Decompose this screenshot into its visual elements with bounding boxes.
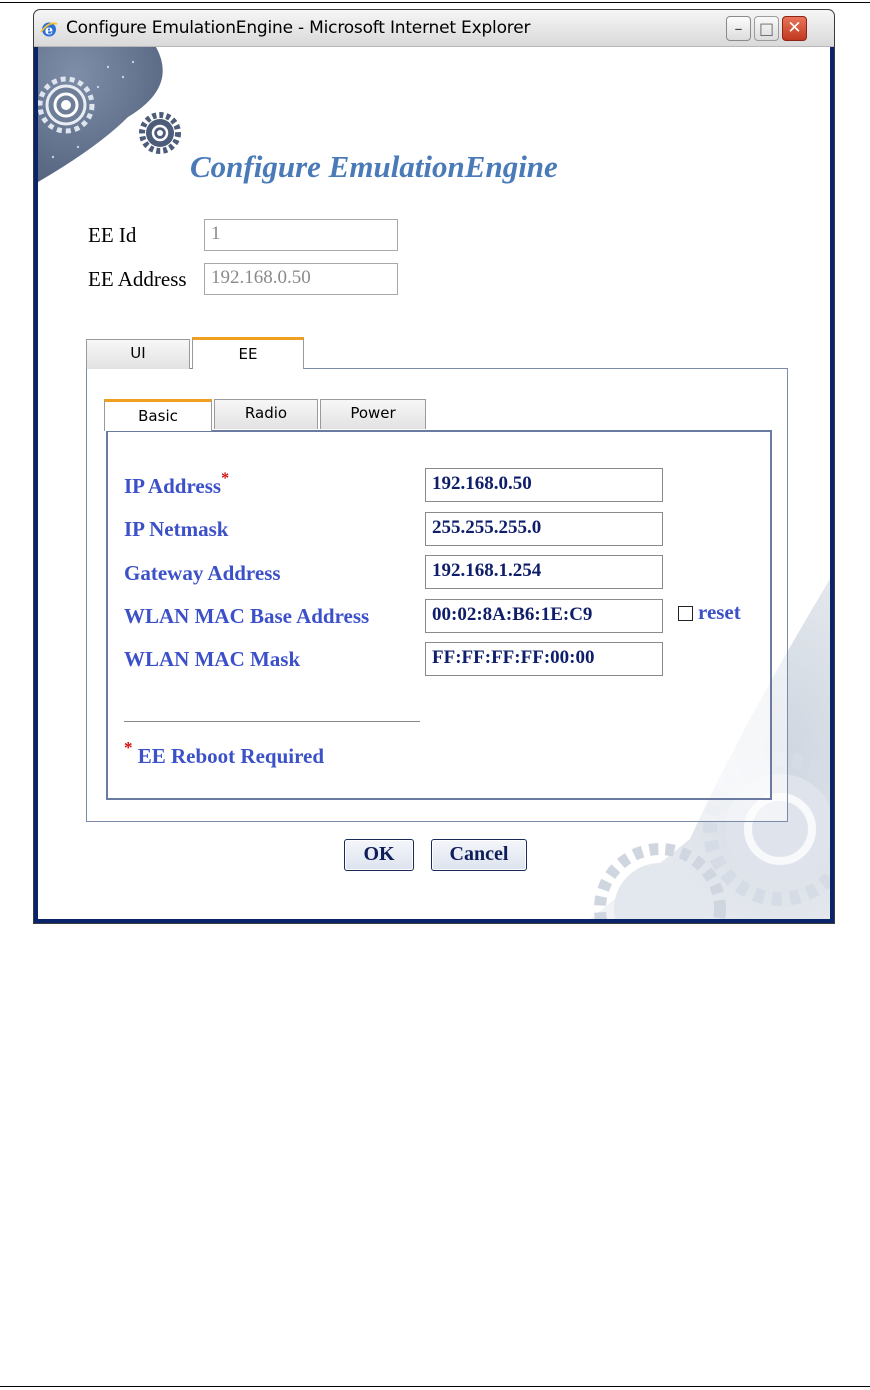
- reset-checkbox[interactable]: [678, 606, 693, 621]
- ee-id-label: EE Id: [88, 223, 137, 247]
- ip-netmask-label: IP Netmask: [124, 517, 229, 541]
- close-button[interactable]: ✕: [782, 16, 807, 41]
- ip-address-label: IP Address*: [124, 470, 229, 499]
- ee-id-field[interactable]: 1: [204, 219, 398, 251]
- title-bar[interactable]: e Configure EmulationEngine - Microsoft …: [34, 10, 834, 47]
- page-bottom-rule: [0, 1386, 870, 1387]
- maximize-button[interactable]: □: [754, 16, 779, 41]
- ip-netmask-input[interactable]: 255.255.255.0: [425, 512, 663, 546]
- tab-power[interactable]: Power: [320, 399, 426, 429]
- wlan-mac-base-input[interactable]: 00:02:8A:B6:1E:C9: [425, 599, 663, 633]
- ie-window: e Configure EmulationEngine - Microsoft …: [34, 10, 834, 923]
- tab-basic[interactable]: Basic: [104, 399, 212, 431]
- tab-ui[interactable]: UI: [86, 339, 190, 369]
- cancel-button[interactable]: Cancel: [431, 839, 527, 871]
- ee-address-field[interactable]: 192.168.0.50: [204, 263, 398, 295]
- gateway-address-label: Gateway Address: [124, 561, 281, 585]
- ip-address-input[interactable]: 192.168.0.50: [425, 468, 663, 502]
- tab-radio[interactable]: Radio: [214, 399, 318, 429]
- minimize-icon: –: [734, 19, 743, 38]
- ee-address-label: EE Address: [88, 267, 187, 291]
- browser-content: Configure EmulationEngine EE Id 1 EE Add…: [38, 47, 830, 919]
- gateway-address-input[interactable]: 192.168.1.254: [425, 555, 663, 589]
- reset-label[interactable]: reset: [698, 600, 741, 625]
- close-icon: ✕: [787, 18, 802, 38]
- wlan-mac-mask-input[interactable]: FF:FF:FF:FF:00:00: [425, 642, 663, 676]
- minimize-button[interactable]: –: [726, 16, 751, 41]
- internet-explorer-icon: e: [40, 22, 58, 38]
- wlan-mac-mask-label: WLAN MAC Mask: [124, 647, 301, 671]
- required-marker: *: [221, 470, 230, 487]
- reboot-note: * EE Reboot Required: [124, 738, 325, 769]
- page-title: Configure EmulationEngine: [190, 149, 558, 184]
- divider: [124, 721, 420, 722]
- tab-ee[interactable]: EE: [192, 337, 304, 369]
- ip-address-label-text: IP Address: [124, 474, 222, 498]
- page-top-rule: [0, 2, 870, 3]
- window-title: Configure EmulationEngine - Microsoft In…: [66, 18, 531, 38]
- maximize-icon: □: [758, 19, 775, 38]
- wlan-mac-base-label: WLAN MAC Base Address: [124, 604, 370, 628]
- required-marker: *: [124, 738, 133, 757]
- reboot-note-text: EE Reboot Required: [137, 744, 325, 768]
- ok-button[interactable]: OK: [344, 839, 414, 871]
